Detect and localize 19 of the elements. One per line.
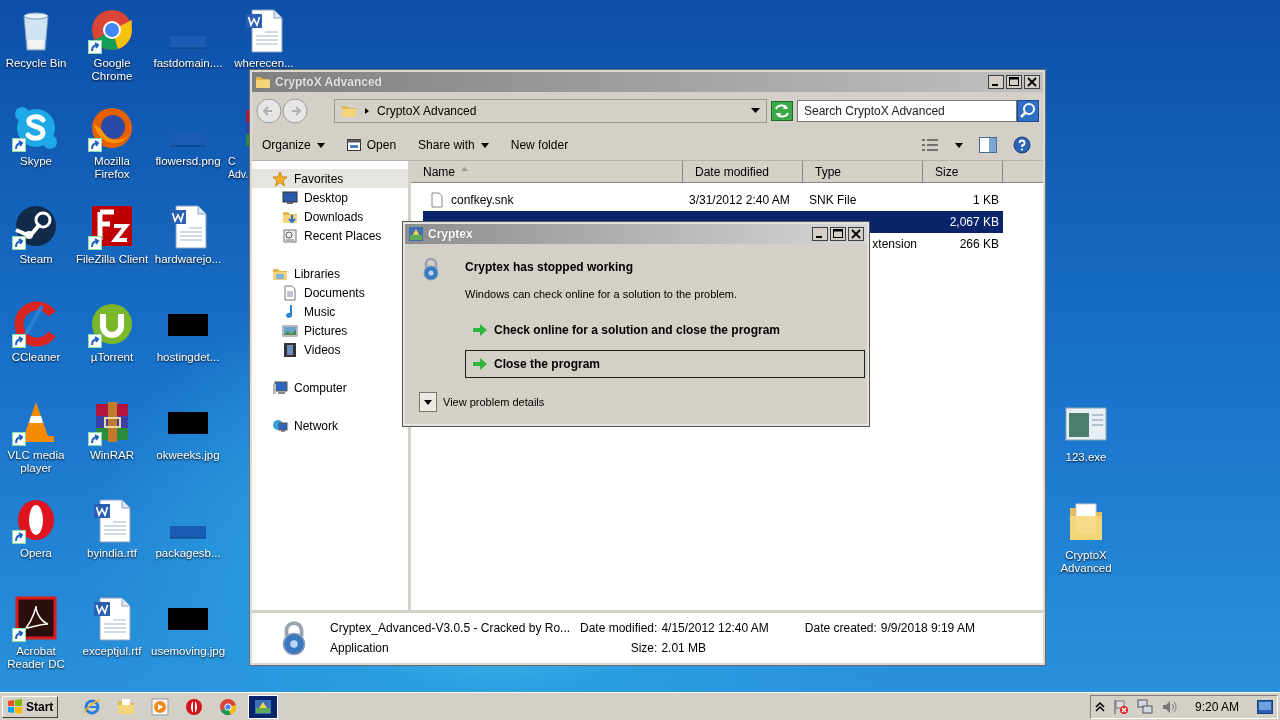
property-value: 9/9/2018 9:19 AM (880, 621, 975, 635)
file-size: 2,067 KB (949, 215, 999, 229)
file-name: Cryptex_Advanced-V3.0.5 - Cracked by Ro... (330, 621, 572, 635)
window-title: CryptoX Advanced (275, 75, 383, 89)
dialog-message: Windows can check online for a solution to the problem. (465, 288, 739, 300)
file-size: 266 KB (959, 237, 999, 251)
file-type: SNK File (809, 193, 857, 207)
file-name: confkey.snk (451, 193, 514, 207)
file-type: xtension (872, 237, 917, 251)
property-label: Date created: (804, 621, 877, 635)
property-label: Size: (629, 641, 658, 655)
property-label: Date modified: (580, 621, 658, 635)
window-title: Cryptex (428, 227, 474, 241)
dialog-heading: Cryptex has stopped working (465, 260, 635, 274)
property-value: 2.01 MB (661, 641, 708, 655)
file-size: 1 KB (973, 193, 999, 207)
property-value: 4/15/2012 12:40 AM (661, 621, 769, 635)
file-type: Application (330, 641, 390, 655)
file-date: 3/31/2012 2:40 AM (689, 193, 790, 207)
